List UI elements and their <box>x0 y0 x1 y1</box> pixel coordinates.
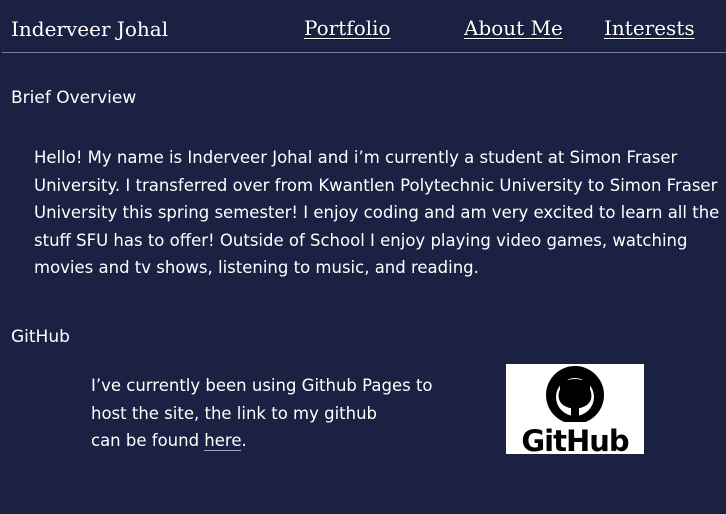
github-heading: GitHub <box>11 327 70 347</box>
github-text-line: can be found here. <box>91 427 431 455</box>
github-text-line: I’ve currently been using Github Pages t… <box>91 376 433 395</box>
github-paragraph: I’ve currently been using Github Pages t… <box>91 372 433 455</box>
github-text-prefix: can be found <box>91 431 205 450</box>
github-octocat-icon: GitHub <box>521 366 630 454</box>
nav-link-interests[interactable]: Interests <box>604 16 695 40</box>
overview-paragraph: Hello! My name is Inderveer Johal and i’… <box>34 148 720 277</box>
github-logo-text: GitHub <box>521 424 629 454</box>
github-logo: GitHub <box>506 364 644 454</box>
nav-link-portfolio[interactable]: Portfolio <box>304 16 391 40</box>
github-text-line: host the site, the link to my github <box>91 403 378 423</box>
site-header: Inderveer Johal Portfolio About Me Inter… <box>0 0 726 53</box>
page: Inderveer Johal Portfolio About Me Inter… <box>0 0 726 514</box>
github-link-here[interactable]: here <box>204 431 242 451</box>
header-divider <box>2 52 726 53</box>
nav-link-about-me[interactable]: About Me <box>464 16 563 40</box>
github-text-suffix: . <box>241 431 247 450</box>
overview-heading: Brief Overview <box>11 88 137 108</box>
site-name: Inderveer Johal <box>11 17 169 41</box>
